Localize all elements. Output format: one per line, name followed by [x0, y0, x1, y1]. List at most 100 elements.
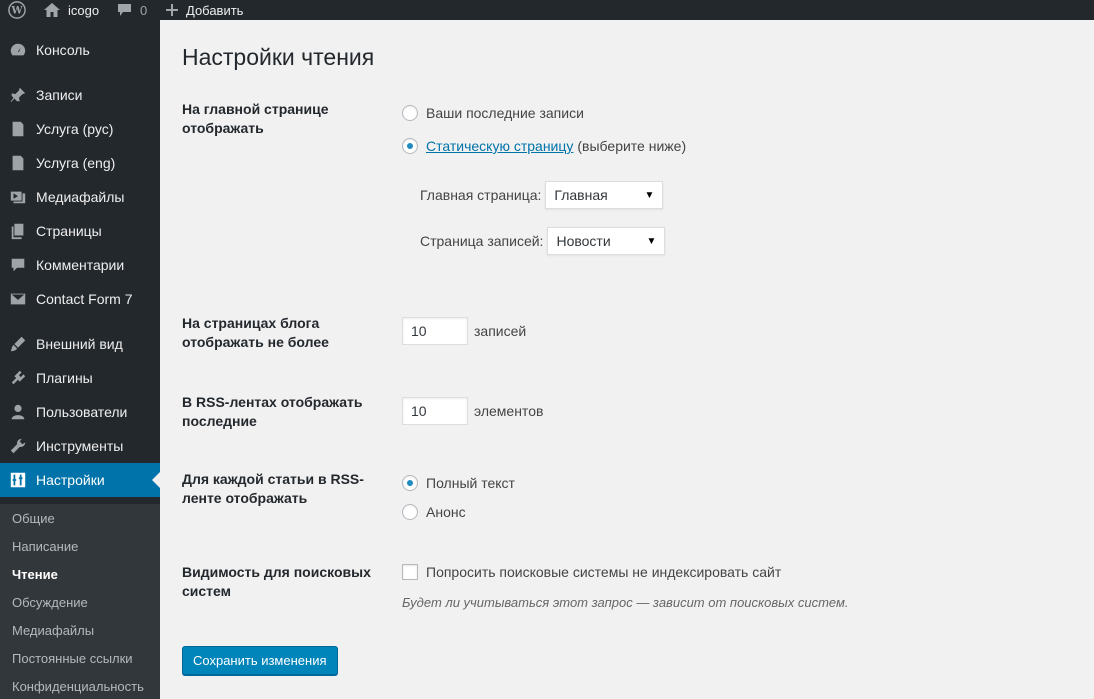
sidebar-item-tools[interactable]: Инструменты: [0, 429, 160, 463]
sidebar-item-appearance[interactable]: Внешний вид: [0, 327, 160, 361]
settings-submenu: Общие Написание Чтение Обсуждение Медиаф…: [0, 504, 160, 699]
homepage-select-label: Главная страница:: [420, 187, 542, 203]
comment-bubble-icon: [117, 3, 132, 17]
sidebar-item-label: Консоль: [36, 42, 90, 58]
settings-icon: [0, 471, 36, 489]
sidebar-item-label: Contact Form 7: [36, 291, 133, 307]
sidebar-item-label: Инструменты: [36, 438, 124, 454]
user-icon: [0, 403, 36, 421]
mail-icon: [0, 290, 36, 308]
checkbox-label: Попросить поисковые системы не индексиро…: [426, 564, 782, 580]
sidebar-item-media[interactable]: Медиафайлы: [0, 180, 160, 214]
radio-button[interactable]: [402, 504, 418, 520]
sidebar-item-plugins[interactable]: Плагины: [0, 361, 160, 395]
static-page-link[interactable]: Статическую страницу: [426, 138, 573, 154]
posts-page-select-row: Страница записей: Новости ▼: [420, 227, 666, 255]
sidebar-item-users[interactable]: Пользователи: [0, 395, 160, 429]
discourage-search-checkbox[interactable]: [402, 564, 418, 580]
sidebar-item-label: Настройки: [36, 472, 105, 488]
submenu-writing[interactable]: Написание: [12, 536, 78, 556]
rss-items-row: 10 элементов: [402, 397, 543, 425]
homepage-select-row: Главная страница: Главная ▼: [420, 181, 664, 209]
sidebar-item-label: Комментарии: [36, 257, 125, 273]
radio-full-text[interactable]: Полный текст: [402, 475, 515, 491]
radio-button[interactable]: [402, 105, 418, 121]
search-visibility-label: Видимость для поисковых систем: [182, 564, 371, 599]
comments-link[interactable]: 0: [117, 0, 147, 20]
site-name-link[interactable]: icogo: [44, 0, 99, 20]
radio-label: Полный текст: [426, 475, 515, 491]
posts-per-page-row: 10 записей: [402, 317, 526, 345]
comment-icon: [0, 256, 36, 274]
wordpress-logo-icon[interactable]: W: [8, 0, 28, 20]
sidebar-item-label: Внешний вид: [36, 336, 123, 352]
submenu-permalinks[interactable]: Постоянные ссылки: [12, 648, 133, 668]
posts-per-page-unit: записей: [474, 323, 527, 339]
brush-icon: [0, 335, 36, 353]
rss-content-label: Для каждой статьи в RSS-ленте отображать: [182, 471, 364, 506]
document-icon: [0, 154, 36, 172]
plus-icon: [166, 4, 178, 16]
posts-per-page-label: На страницах блога отображать не более: [182, 315, 329, 350]
posts-per-page-input[interactable]: 10: [402, 317, 468, 345]
radio-summary[interactable]: Анонс: [402, 504, 466, 520]
sidebar-item-contact-form[interactable]: Contact Form 7: [0, 282, 160, 316]
admin-sidebar: Консоль Записи Услуга (рус) Услуга (eng)…: [0, 20, 160, 699]
sidebar-item-label: Услуга (рус): [36, 121, 114, 137]
sidebar-item-label: Пользователи: [36, 404, 128, 420]
document-icon: [0, 120, 36, 138]
homepage-select[interactable]: Главная ▼: [545, 181, 664, 209]
radio-button[interactable]: [402, 138, 418, 154]
posts-page-select-value: Новости: [556, 233, 611, 249]
new-content-link[interactable]: Добавить: [166, 0, 243, 20]
rss-items-input[interactable]: 10: [402, 397, 468, 425]
homepage-select-value: Главная: [554, 187, 608, 203]
sidebar-item-label: Страницы: [36, 223, 102, 239]
radio-label-suffix: (выберите ниже): [577, 138, 687, 154]
pages-icon: [0, 222, 36, 240]
radio-label: Ваши последние записи: [426, 105, 584, 121]
pin-icon: [0, 86, 36, 104]
media-icon: [0, 188, 36, 206]
comments-count: 0: [140, 2, 148, 18]
sidebar-item-label: Записи: [36, 87, 83, 103]
save-changes-button[interactable]: Сохранить изменения: [182, 646, 338, 675]
radio-button[interactable]: [402, 475, 418, 491]
svg-text:W: W: [10, 6, 23, 17]
rss-items-label: В RSS-лентах отображать последние: [182, 394, 363, 429]
admin-bar: W icogo 0 Добавить: [0, 0, 1094, 20]
wrench-icon: [0, 437, 36, 455]
sidebar-item-posts[interactable]: Записи: [0, 78, 160, 112]
sidebar-item-comments[interactable]: Комментарии: [0, 248, 160, 282]
posts-page-select-label: Страница записей:: [420, 233, 544, 249]
radio-latest-posts[interactable]: Ваши последние записи: [402, 105, 584, 121]
sidebar-item-service-en[interactable]: Услуга (eng): [0, 146, 160, 180]
dropdown-arrow-icon: ▼: [644, 189, 655, 201]
submenu-discussion[interactable]: Обсуждение: [12, 592, 88, 612]
discourage-search-row[interactable]: Попросить поисковые системы не индексиро…: [402, 564, 781, 580]
radio-static-page[interactable]: Статическую страницу (выберите ниже): [402, 138, 686, 154]
main-content: Настройки чтения На главной странице ото…: [160, 20, 1094, 699]
search-visibility-description: Будет ли учитываться этот запрос — завис…: [402, 595, 849, 610]
sidebar-item-label: Медиафайлы: [36, 189, 125, 205]
submenu-general[interactable]: Общие: [12, 508, 55, 528]
rss-items-unit: элементов: [474, 403, 544, 419]
sidebar-item-settings[interactable]: Настройки: [0, 463, 160, 497]
submenu-privacy[interactable]: Конфиденциальность: [12, 676, 144, 696]
front-page-label: На главной странице отображать: [182, 101, 329, 136]
dashboard-icon: [0, 41, 36, 59]
sidebar-item-label: Плагины: [36, 370, 93, 386]
radio-label: Анонс: [426, 504, 466, 520]
site-name: icogo: [68, 2, 100, 18]
page-title: Настройки чтения: [182, 44, 375, 70]
sidebar-item-label: Услуга (eng): [36, 155, 116, 171]
home-icon: [44, 3, 60, 17]
submenu-reading[interactable]: Чтение: [12, 564, 58, 584]
sidebar-item-pages[interactable]: Страницы: [0, 214, 160, 248]
plugin-icon: [0, 369, 36, 387]
submenu-media[interactable]: Медиафайлы: [12, 620, 94, 640]
sidebar-item-service-ru[interactable]: Услуга (рус): [0, 112, 160, 146]
posts-page-select[interactable]: Новости ▼: [547, 227, 666, 255]
new-label: Добавить: [186, 2, 244, 18]
sidebar-item-dashboard[interactable]: Консоль: [0, 33, 160, 67]
